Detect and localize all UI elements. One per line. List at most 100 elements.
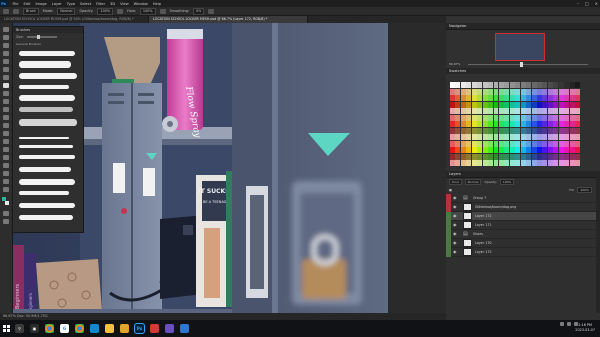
swatch[interactable] bbox=[569, 121, 575, 127]
swatch[interactable] bbox=[477, 82, 483, 88]
swatch[interactable] bbox=[575, 101, 580, 108]
swatch[interactable] bbox=[477, 114, 483, 121]
swatch[interactable] bbox=[450, 101, 455, 108]
menu-view[interactable]: View bbox=[118, 2, 132, 6]
swatch[interactable] bbox=[471, 147, 477, 153]
swatch[interactable] bbox=[493, 147, 499, 153]
swatch-grid[interactable] bbox=[450, 82, 580, 166]
swatch[interactable] bbox=[520, 134, 526, 140]
swatch[interactable] bbox=[450, 153, 455, 160]
swatch[interactable] bbox=[531, 88, 537, 95]
swatch[interactable] bbox=[498, 160, 504, 166]
swatch[interactable] bbox=[515, 134, 521, 140]
swatch[interactable] bbox=[575, 160, 580, 166]
swatch[interactable] bbox=[477, 95, 483, 101]
history-brush-tool-icon[interactable] bbox=[3, 99, 9, 104]
screen-mode-icon[interactable] bbox=[3, 219, 9, 224]
swatch[interactable] bbox=[493, 114, 499, 121]
swatch[interactable] bbox=[488, 140, 493, 147]
swatch[interactable] bbox=[537, 114, 542, 121]
swatch[interactable] bbox=[504, 153, 510, 160]
more-tools-icon[interactable] bbox=[3, 187, 9, 192]
layer-visibility-toggle[interactable] bbox=[446, 211, 451, 221]
swatch[interactable] bbox=[455, 95, 461, 101]
swatch[interactable] bbox=[509, 95, 515, 101]
swatch[interactable] bbox=[488, 121, 493, 127]
swatch[interactable] bbox=[558, 88, 564, 95]
swatch[interactable] bbox=[553, 121, 559, 127]
swatch[interactable] bbox=[460, 153, 466, 160]
maximize-icon[interactable]: □ bbox=[585, 0, 589, 7]
swatch[interactable] bbox=[526, 121, 532, 127]
swatch[interactable] bbox=[482, 147, 488, 153]
swatch[interactable] bbox=[531, 101, 537, 108]
network-icon[interactable] bbox=[560, 322, 564, 326]
menu-layer[interactable]: Layer bbox=[49, 2, 64, 6]
swatch[interactable] bbox=[526, 147, 532, 153]
opacity-field[interactable]: 100% bbox=[97, 7, 114, 15]
swatch[interactable] bbox=[493, 108, 499, 114]
brush-preset-9[interactable] bbox=[19, 145, 73, 148]
swatch[interactable] bbox=[460, 140, 466, 147]
layer-opacity-field[interactable]: 100% bbox=[499, 179, 515, 185]
swatch[interactable] bbox=[564, 140, 570, 147]
swatch[interactable] bbox=[558, 82, 564, 88]
swatch[interactable] bbox=[537, 108, 542, 114]
task-view-icon[interactable]: ▣ bbox=[30, 324, 39, 333]
eye-icon[interactable]: ◉ bbox=[453, 223, 458, 227]
swatch[interactable] bbox=[450, 160, 455, 166]
swatch[interactable] bbox=[569, 140, 575, 147]
swatch[interactable] bbox=[515, 114, 521, 121]
swatch[interactable] bbox=[493, 88, 499, 95]
brush-tool-icon[interactable] bbox=[3, 83, 9, 88]
swatch[interactable] bbox=[509, 147, 515, 153]
minimize-icon[interactable]: – bbox=[577, 0, 579, 7]
swatch[interactable] bbox=[547, 121, 553, 127]
swatch[interactable] bbox=[515, 108, 521, 114]
swatch[interactable] bbox=[553, 82, 559, 88]
chrome-icon-2[interactable] bbox=[75, 324, 84, 333]
swatch[interactable] bbox=[482, 153, 488, 160]
swatch[interactable] bbox=[488, 101, 493, 108]
eraser-tool-icon[interactable] bbox=[3, 107, 9, 112]
swatch[interactable] bbox=[471, 95, 477, 101]
swatch[interactable] bbox=[455, 101, 461, 108]
swatch[interactable] bbox=[515, 127, 521, 134]
pen-tool-icon[interactable] bbox=[3, 139, 9, 144]
menu-file[interactable]: File bbox=[10, 2, 21, 6]
swatch[interactable] bbox=[542, 140, 548, 147]
swatch[interactable] bbox=[509, 108, 515, 114]
swatch[interactable] bbox=[515, 147, 521, 153]
swatch[interactable] bbox=[460, 134, 466, 140]
swatch[interactable] bbox=[509, 127, 515, 134]
mode-select[interactable]: Normal bbox=[57, 7, 76, 15]
swatch[interactable] bbox=[488, 88, 493, 95]
swatch[interactable] bbox=[526, 153, 532, 160]
swatch[interactable] bbox=[575, 134, 580, 140]
swatch[interactable] bbox=[531, 147, 537, 153]
swatch[interactable] bbox=[531, 114, 537, 121]
swatch[interactable] bbox=[526, 101, 532, 108]
swatch[interactable] bbox=[547, 95, 553, 101]
brush-size-slider[interactable] bbox=[26, 35, 57, 39]
swatch[interactable] bbox=[504, 108, 510, 114]
swatch[interactable] bbox=[482, 127, 488, 134]
eye-icon[interactable]: ◉ bbox=[453, 196, 458, 200]
swatch[interactable] bbox=[558, 134, 564, 140]
swatch[interactable] bbox=[455, 121, 461, 127]
swatch[interactable] bbox=[455, 147, 461, 153]
swatch[interactable] bbox=[520, 101, 526, 108]
swatch[interactable] bbox=[466, 101, 472, 108]
swatch[interactable] bbox=[504, 101, 510, 108]
media-icon[interactable] bbox=[150, 324, 159, 333]
swatch[interactable] bbox=[542, 114, 548, 121]
swatch[interactable] bbox=[488, 134, 493, 140]
layer-visibility-toggle[interactable] bbox=[446, 220, 451, 230]
airbrush-icon[interactable] bbox=[159, 8, 166, 14]
swatch[interactable] bbox=[482, 140, 488, 147]
swatch[interactable] bbox=[466, 147, 472, 153]
swatch[interactable] bbox=[553, 108, 559, 114]
swatch[interactable] bbox=[526, 95, 532, 101]
folder-icon[interactable] bbox=[120, 324, 129, 333]
swatch[interactable] bbox=[460, 108, 466, 114]
